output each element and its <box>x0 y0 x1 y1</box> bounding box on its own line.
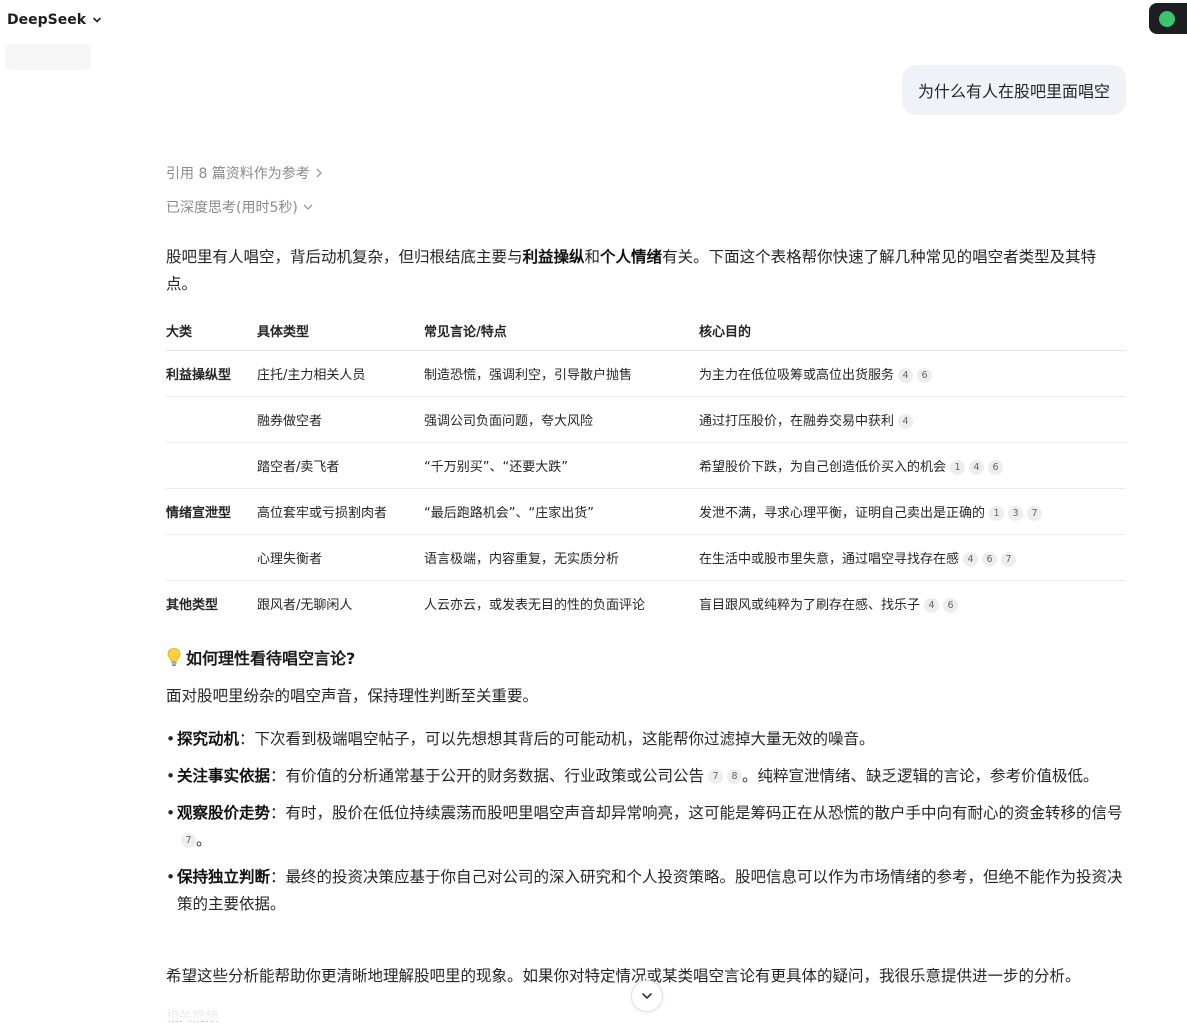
goal-text: 盲目跟风或纯粹为了刷存在感、找乐子 <box>699 598 921 613</box>
app-toggle-button[interactable] <box>1149 3 1187 34</box>
bullet-text: ：有价值的分析通常基于公开的财务数据、行业政策或公司公告 <box>270 767 705 785</box>
section-intro: 面对股吧里纷杂的唱空声音，保持理性判断至关重要。 <box>166 687 539 705</box>
bullet-title: 关注事实依据 <box>177 767 271 785</box>
cell-category <box>166 534 257 581</box>
citation-badge[interactable]: 6 <box>982 552 998 567</box>
cell-goal: 在生活中或股市里失意，通过唱空寻找存在感 4 6 7 <box>699 534 1126 581</box>
cell-speech: 制造恐慌，强调利空，引导散户抛售 <box>424 350 699 397</box>
section-heading: 如何理性看待唱空言论? <box>166 645 355 669</box>
bullet-text: ：下次看到极端唱空帖子，可以先想想其背后的可能动机，这能帮你过滤掉大量无效的噪音… <box>239 730 875 748</box>
cell-speech: 语言极端，内容重复，无实质分析 <box>424 534 699 581</box>
citation-badge[interactable]: 7 <box>708 769 724 784</box>
scroll-to-bottom-button[interactable] <box>631 980 663 1012</box>
citation-badge[interactable]: 4 <box>924 598 940 613</box>
citation-badge[interactable]: 6 <box>917 368 933 383</box>
bullet-title: 观察股价走势 <box>177 804 271 822</box>
intro-text: 股吧里有人唱空，背后动机复杂，但归根结底主要与 <box>166 248 523 266</box>
cell-category: 情绪宣泄型 <box>166 488 257 535</box>
table-header: 大类 <box>166 310 257 351</box>
chevron-right-icon <box>316 168 322 178</box>
bullet-title: 探究动机 <box>177 730 240 748</box>
list-item: 关注事实依据：有价值的分析通常基于公开的财务数据、行业政策或公司公告78。纯粹宣… <box>166 763 1126 790</box>
thinking-toggle[interactable]: 已深度思考(用时5秒) <box>166 197 314 217</box>
intro-bold-text: 利益操纵 <box>522 248 585 266</box>
citation-badge[interactable]: 4 <box>898 368 914 383</box>
cell-category <box>166 396 257 443</box>
cell-speech: “最后跑路机会”、“庄家出货” <box>424 488 699 535</box>
citation-badge[interactable]: 4 <box>969 460 985 475</box>
cell-speech: 人云亦云，或发表无目的性的负面评论 <box>424 598 646 613</box>
cell-speech: 强调公司负面问题，夸大风险 <box>424 396 699 443</box>
cell-type: 高位套牢或亏损割肉者 <box>257 488 424 535</box>
thinking-label: 已深度思考(用时5秒) <box>166 200 298 216</box>
citation-badge[interactable]: 7 <box>181 833 196 848</box>
cell-type: 融券做空者 <box>257 396 424 443</box>
cell-goal: 通过打压股价，在融券交易中获利 4 <box>699 396 1126 443</box>
goal-text: 为主力在低位吸筹或高位出货服务 <box>699 368 895 383</box>
cell-category <box>166 442 257 489</box>
table-row: 利益操纵型 庄托/主力相关人员 制造恐慌，强调利空，引导散户抛售 为主力在低位吸筹或高… <box>166 350 1126 397</box>
intro-bold-text: 个人情绪 <box>600 248 663 266</box>
user-message: 为什么有人在股吧里面唱空 <box>901 65 1126 115</box>
advice-list: 探究动机：下次看到极端唱空帖子，可以先想想其背后的可能动机，这能帮你过滤掉大量无… <box>166 726 1126 928</box>
citation-badge[interactable]: 7 <box>1027 506 1043 521</box>
goal-text: 通过打压股价，在融券交易中获利 <box>699 414 895 429</box>
bullet-tail: 。纯粹宣泄情绪、缺乏逻辑的言论，参考价值极低。 <box>742 767 1099 785</box>
references-label: 引用 8 篇资料作为参考 <box>166 166 310 182</box>
cell-category: 其他类型 <box>166 598 219 613</box>
intro-text: 和 <box>584 248 601 266</box>
intro-paragraph: 股吧里有人唱空，背后动机复杂，但归根结底主要与利益操纵和个人情绪有关。下面这个表… <box>166 244 1126 298</box>
citation-badge[interactable]: 4 <box>963 552 979 567</box>
cell-category: 利益操纵型 <box>166 350 257 397</box>
citation-badge[interactable]: 4 <box>898 414 914 429</box>
citation-badge[interactable]: 1 <box>950 460 966 475</box>
goal-text: 在生活中或股市里失意，通过唱空寻找存在感 <box>699 552 960 567</box>
chevron-down-icon <box>93 17 101 23</box>
model-selector[interactable]: DeepSeek <box>7 10 102 30</box>
cell-speech: “千万别买”、“还要大跌” <box>424 442 699 489</box>
types-table: 大类 具体类型 常见言论/特点 核心目的 利益操纵型 庄托/主力相关人员 制造恐慌，… <box>166 310 1126 626</box>
bottom-fade <box>0 995 1187 1021</box>
bullet-text: ：有时，股价在低位持续震荡而股吧里唱空声音却异常响亮，这可能是筹码正在从恐慌的散… <box>270 804 1123 822</box>
cell-goal: 盲目跟风或纯粹为了刷存在感、找乐子 4 6 <box>699 581 1126 627</box>
lightbulb-icon <box>167 648 181 666</box>
table-row: 情绪宣泄型 高位套牢或亏损割肉者 “最后跑路机会”、“庄家出货” 发泄不满，寻求心理平… <box>166 488 1126 535</box>
citation-badge[interactable]: 3 <box>1008 506 1024 521</box>
cell-goal: 为主力在低位吸筹或高位出货服务 4 6 <box>699 350 1126 397</box>
bullet-title: 保持独立判断 <box>177 868 271 886</box>
table-header: 常见言论/特点 <box>424 310 699 351</box>
table-header: 具体类型 <box>257 310 424 351</box>
model-name: DeepSeek <box>7 12 87 28</box>
section-title: 如何理性看待唱空言论? <box>186 649 356 668</box>
table-row: 心理失衡者 语言极端，内容重复，无实质分析 在生活中或股市里失意，通过唱空寻找存在感… <box>166 534 1126 581</box>
table-row: 融券做空者 强调公司负面问题，夸大风险 通过打压股价，在融券交易中获利 4 <box>166 396 1126 443</box>
citation-badge[interactable]: 8 <box>727 769 743 784</box>
list-item: 观察股价走势：有时，股价在低位持续震荡而股吧里唱空声音却异常响亮，这可能是筹码正… <box>166 800 1126 854</box>
cell-goal: 发泄不满，寻求心理平衡，证明自己卖出是正确的 1 3 7 <box>699 488 1126 535</box>
chevron-down-icon <box>303 204 313 210</box>
sidebar-placeholder <box>5 44 91 70</box>
goal-text: 发泄不满，寻求心理平衡，证明自己卖出是正确的 <box>699 506 986 521</box>
cell-type: 踏空者/卖飞者 <box>257 442 424 489</box>
list-item: 保持独立判断：最终的投资决策应基于你自己对公司的深入研究和个人投资策略。股吧信息… <box>166 864 1126 918</box>
references-toggle[interactable]: 引用 8 篇资料作为参考 <box>166 163 324 183</box>
citation-badge[interactable]: 6 <box>988 460 1004 475</box>
table-row: 其他类型 跟风者/无聊闲人 人云亦云，或发表无目的性的负面评论 盲目跟风或纯粹为了刷存… <box>166 581 1126 627</box>
cell-type: 跟风者/无聊闲人 <box>257 598 353 613</box>
list-item: 探究动机：下次看到极端唱空帖子，可以先想想其背后的可能动机，这能帮你过滤掉大量无… <box>166 726 1126 753</box>
app-logo-icon <box>1159 10 1175 27</box>
citation-badge[interactable]: 1 <box>989 506 1005 521</box>
table-header-row: 大类 具体类型 常见言论/特点 核心目的 <box>166 310 1126 351</box>
cell-type: 庄托/主力相关人员 <box>257 350 424 397</box>
table-header: 核心目的 <box>699 310 1126 351</box>
goal-text: 希望股价下跌，为自己创造低价买入的机会 <box>699 460 947 475</box>
table-row: 踏空者/卖飞者 “千万别买”、“还要大跌” 希望股价下跌，为自己创造低价买入的机会 1… <box>166 442 1126 489</box>
cell-type: 心理失衡者 <box>257 534 424 581</box>
bullet-tail: 。 <box>196 831 212 849</box>
chevron-down-icon <box>642 993 652 1000</box>
citation-badge[interactable]: 6 <box>943 598 959 613</box>
bullet-text: ：最终的投资决策应基于你自己对公司的深入研究和个人投资策略。股吧信息可以作为市场… <box>177 868 1123 913</box>
citation-badge[interactable]: 7 <box>1001 552 1017 567</box>
cell-goal: 希望股价下跌，为自己创造低价买入的机会 1 4 6 <box>699 442 1126 489</box>
